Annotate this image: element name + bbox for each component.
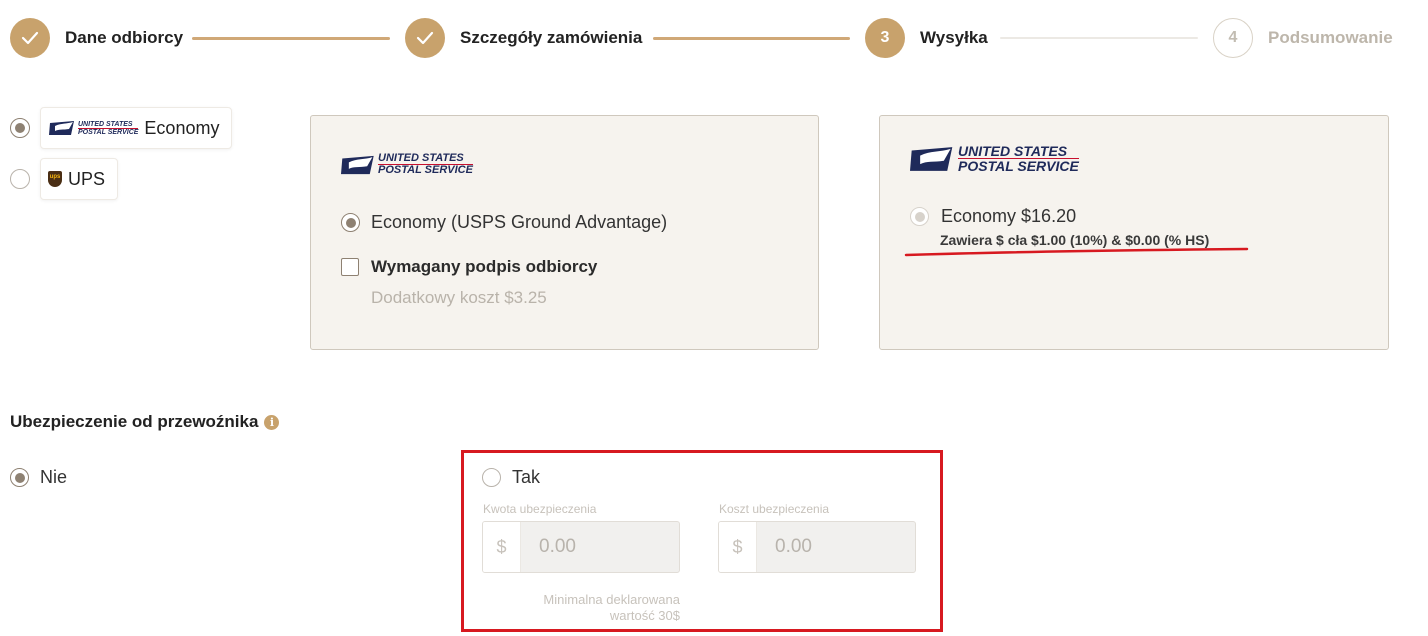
usps-logo-icon: UNITED STATES POSTAL SERVICE — [910, 144, 1079, 173]
usps-logo-icon: UNITED STATES POSTAL SERVICE — [49, 120, 139, 136]
carrier-usps-label: Economy — [144, 117, 220, 138]
step-connector-1 — [192, 37, 390, 40]
service-economy-radio[interactable] — [341, 213, 360, 232]
info-icon[interactable]: i — [264, 414, 280, 430]
insurance-no-label: Nie — [40, 467, 68, 487]
shipping-price-card: UNITED STATES POSTAL SERVICE Economy $16… — [879, 115, 1389, 350]
usps-logo-line1: UNITED STATES — [78, 121, 139, 129]
price-economy-label: Economy $16.20 — [941, 206, 1077, 226]
usps-logo-line2: POSTAL SERVICE — [958, 158, 1079, 174]
min-declared-value-hint: Minimalna deklarowana wartość 30$ — [500, 592, 680, 624]
service-economy-option[interactable]: Economy (USPS Ground Advantage) — [341, 212, 667, 233]
checkout-stepper: Dane odbiorcy Szczegóły zamówienia 3 Wys… — [10, 18, 1393, 58]
usps-logo-icon: UNITED STATES POSTAL SERVICE — [341, 153, 473, 176]
insurance-title-text: Ubezpieczenie od przewoźnika — [10, 412, 259, 431]
usps-logo-line2: POSTAL SERVICE — [78, 128, 139, 136]
step-4-number: 4 — [1213, 18, 1253, 58]
step-connector-3 — [1000, 37, 1198, 39]
insurance-no-option[interactable]: Nie — [10, 467, 67, 488]
usps-logo-line2: POSTAL SERVICE — [378, 164, 473, 176]
price-economy-option: Economy $16.20 — [910, 206, 1076, 227]
min-hint-line2: wartość 30$ — [609, 608, 680, 623]
shipping-options-card: UNITED STATES POSTAL SERVICE Economy (US… — [310, 115, 819, 350]
insurance-cost-value: 0.00 — [775, 536, 812, 557]
insurance-yes-option[interactable]: Tak — [482, 467, 540, 488]
signature-required-checkbox[interactable] — [341, 258, 359, 276]
dollar-prefix: $ — [483, 522, 521, 572]
step-1-check-icon[interactable] — [10, 18, 50, 58]
signature-required-option[interactable]: Wymagany podpis odbiorcy — [341, 257, 597, 277]
insurance-amount-value[interactable]: 0.00 — [521, 522, 679, 572]
carrier-usps-radio[interactable] — [10, 118, 30, 138]
insurance-no-radio[interactable] — [10, 468, 29, 487]
step-1-label[interactable]: Dane odbiorcy — [65, 28, 183, 48]
insurance-amount-label: Kwota ubezpieczenia — [483, 502, 597, 516]
carrier-usps-chip[interactable]: UNITED STATES POSTAL SERVICE Economy — [40, 107, 233, 149]
step-connector-2 — [653, 37, 850, 40]
step-3-number: 3 — [865, 18, 905, 58]
usps-logo-line1: UNITED STATES — [958, 144, 1079, 159]
carrier-ups-label: UPS — [68, 168, 106, 189]
insurance-cost-label: Koszt ubezpieczenia — [719, 502, 830, 516]
signature-required-label: Wymagany podpis odbiorcy — [371, 257, 598, 276]
insurance-amount-input[interactable]: $ 0.00 — [482, 521, 680, 573]
red-underline-annotation — [904, 247, 1249, 257]
insurance-section-title: Ubezpieczenie od przewoźnika i — [10, 412, 280, 432]
signature-cost-text: Dodatkowy koszt $3.25 — [371, 288, 547, 307]
step-2-check-icon[interactable] — [405, 18, 445, 58]
service-economy-label: Economy (USPS Ground Advantage) — [371, 212, 668, 232]
carrier-ups-radio[interactable] — [10, 169, 30, 189]
min-hint-line1: Minimalna deklarowana — [543, 592, 680, 607]
step-4-label: Podsumowanie — [1268, 28, 1393, 47]
ups-logo-icon: ups — [48, 171, 62, 187]
insurance-yes-label: Tak — [512, 467, 541, 487]
step-2-label[interactable]: Szczegóły zamówienia — [460, 28, 642, 48]
carrier-ups-chip[interactable]: ups UPS — [40, 158, 119, 200]
insurance-cost-input: $ 0.00 — [718, 521, 916, 573]
dollar-prefix: $ — [719, 522, 757, 572]
insurance-yes-radio[interactable] — [482, 468, 501, 487]
carrier-option-usps[interactable]: UNITED STATES POSTAL SERVICE Economy — [10, 107, 233, 149]
step-3-label: Wysyłka — [920, 28, 988, 47]
carrier-option-ups[interactable]: ups UPS — [10, 158, 119, 200]
price-economy-radio — [910, 207, 929, 226]
